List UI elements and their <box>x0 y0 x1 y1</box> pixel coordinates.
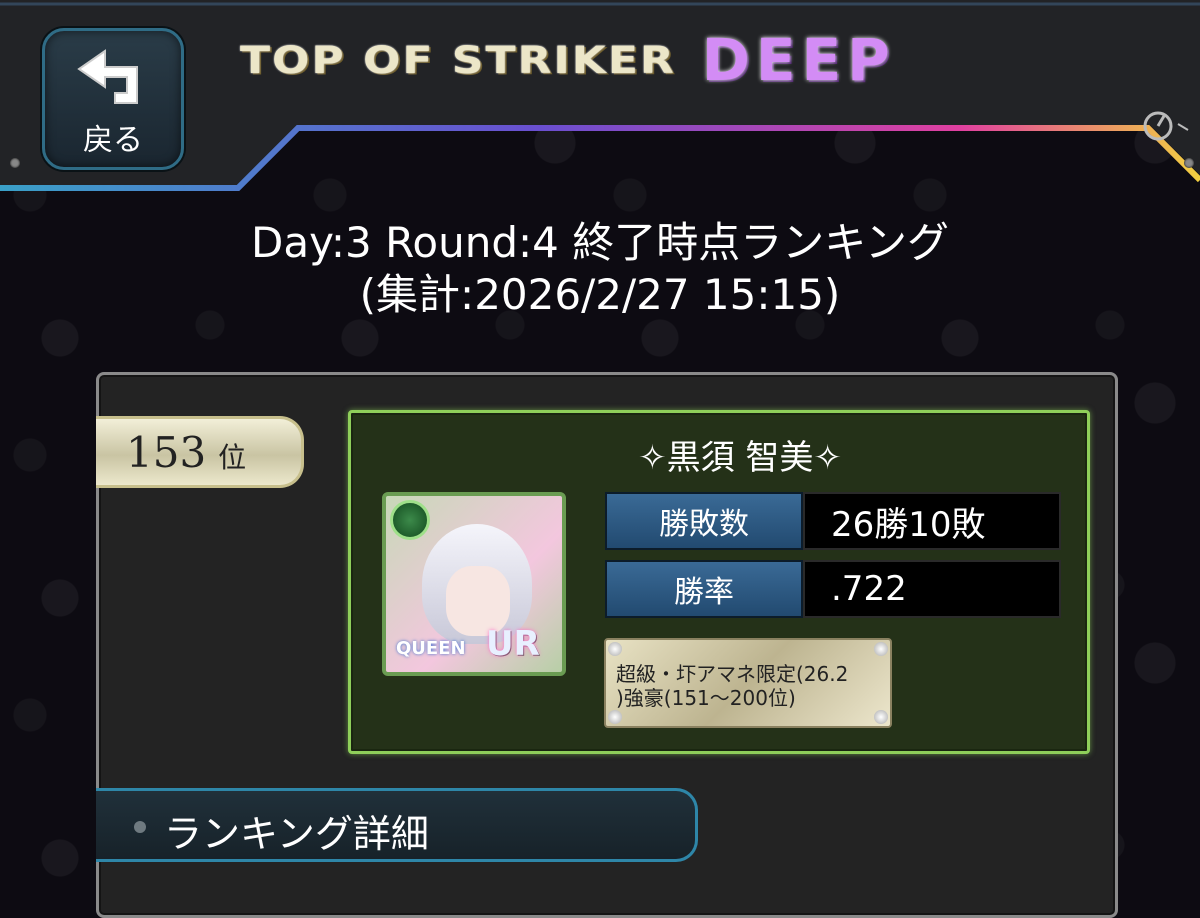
plate-gem <box>608 710 622 724</box>
back-button-label: 戻る <box>83 123 143 158</box>
ranking-detail-label: ランキング詳細 <box>164 812 429 856</box>
logo-main-text: TOP OF STRIKER <box>240 38 676 82</box>
player-name: ✧黒須 智美✧ <box>638 438 842 478</box>
bullet-icon <box>134 821 146 833</box>
stat-label-record: 勝敗数 <box>605 492 803 550</box>
rank-badge: 153 位 <box>96 416 304 488</box>
plate-gem <box>874 710 888 724</box>
attribute-emblem-icon <box>390 500 430 540</box>
title-plate-line-1: 超級・圷アマネ限定(26.2 <box>616 662 849 686</box>
stat-row-record: 勝敗数 26勝10敗 <box>605 492 1061 550</box>
header-bar: 戻る TOP OF STRIKER DEEP <box>0 0 1200 200</box>
stat-value-winrate: .722 <box>803 560 1061 618</box>
stat-value-record: 26勝10敗 <box>803 492 1061 550</box>
avatar-rarity-tag: UR <box>486 624 540 664</box>
knob-icon <box>1143 111 1189 141</box>
logo-deep-text: DEEP <box>701 26 896 94</box>
screw-decoration <box>1184 158 1194 168</box>
rank-suffix: 位 <box>218 441 247 474</box>
plate-gem <box>608 642 622 656</box>
ranking-detail-header[interactable]: ランキング詳細 <box>96 788 698 862</box>
ranking-title: Day:3 Round:4 終了時点ランキング <box>251 218 949 267</box>
game-logo: TOP OF STRIKER DEEP <box>240 26 896 94</box>
player-avatar[interactable]: QUEEN UR <box>382 492 566 676</box>
stat-label-winrate: 勝率 <box>605 560 803 618</box>
rank-number: 153 <box>126 427 207 477</box>
ranking-timestamp: (集計:2026/2/27 15:15) <box>359 270 841 319</box>
back-arrow-icon <box>77 49 138 104</box>
title-plate[interactable]: 超級・圷アマネ限定(26.2 )強豪(151〜200位) <box>604 638 892 728</box>
title-plate-line-2: )強豪(151〜200位) <box>616 686 796 710</box>
plate-gem <box>874 642 888 656</box>
avatar-queen-tag: QUEEN <box>396 638 466 659</box>
back-button[interactable]: 戻る <box>42 28 184 170</box>
screw-decoration <box>10 158 20 168</box>
stat-row-winrate: 勝率 .722 <box>605 560 1061 618</box>
